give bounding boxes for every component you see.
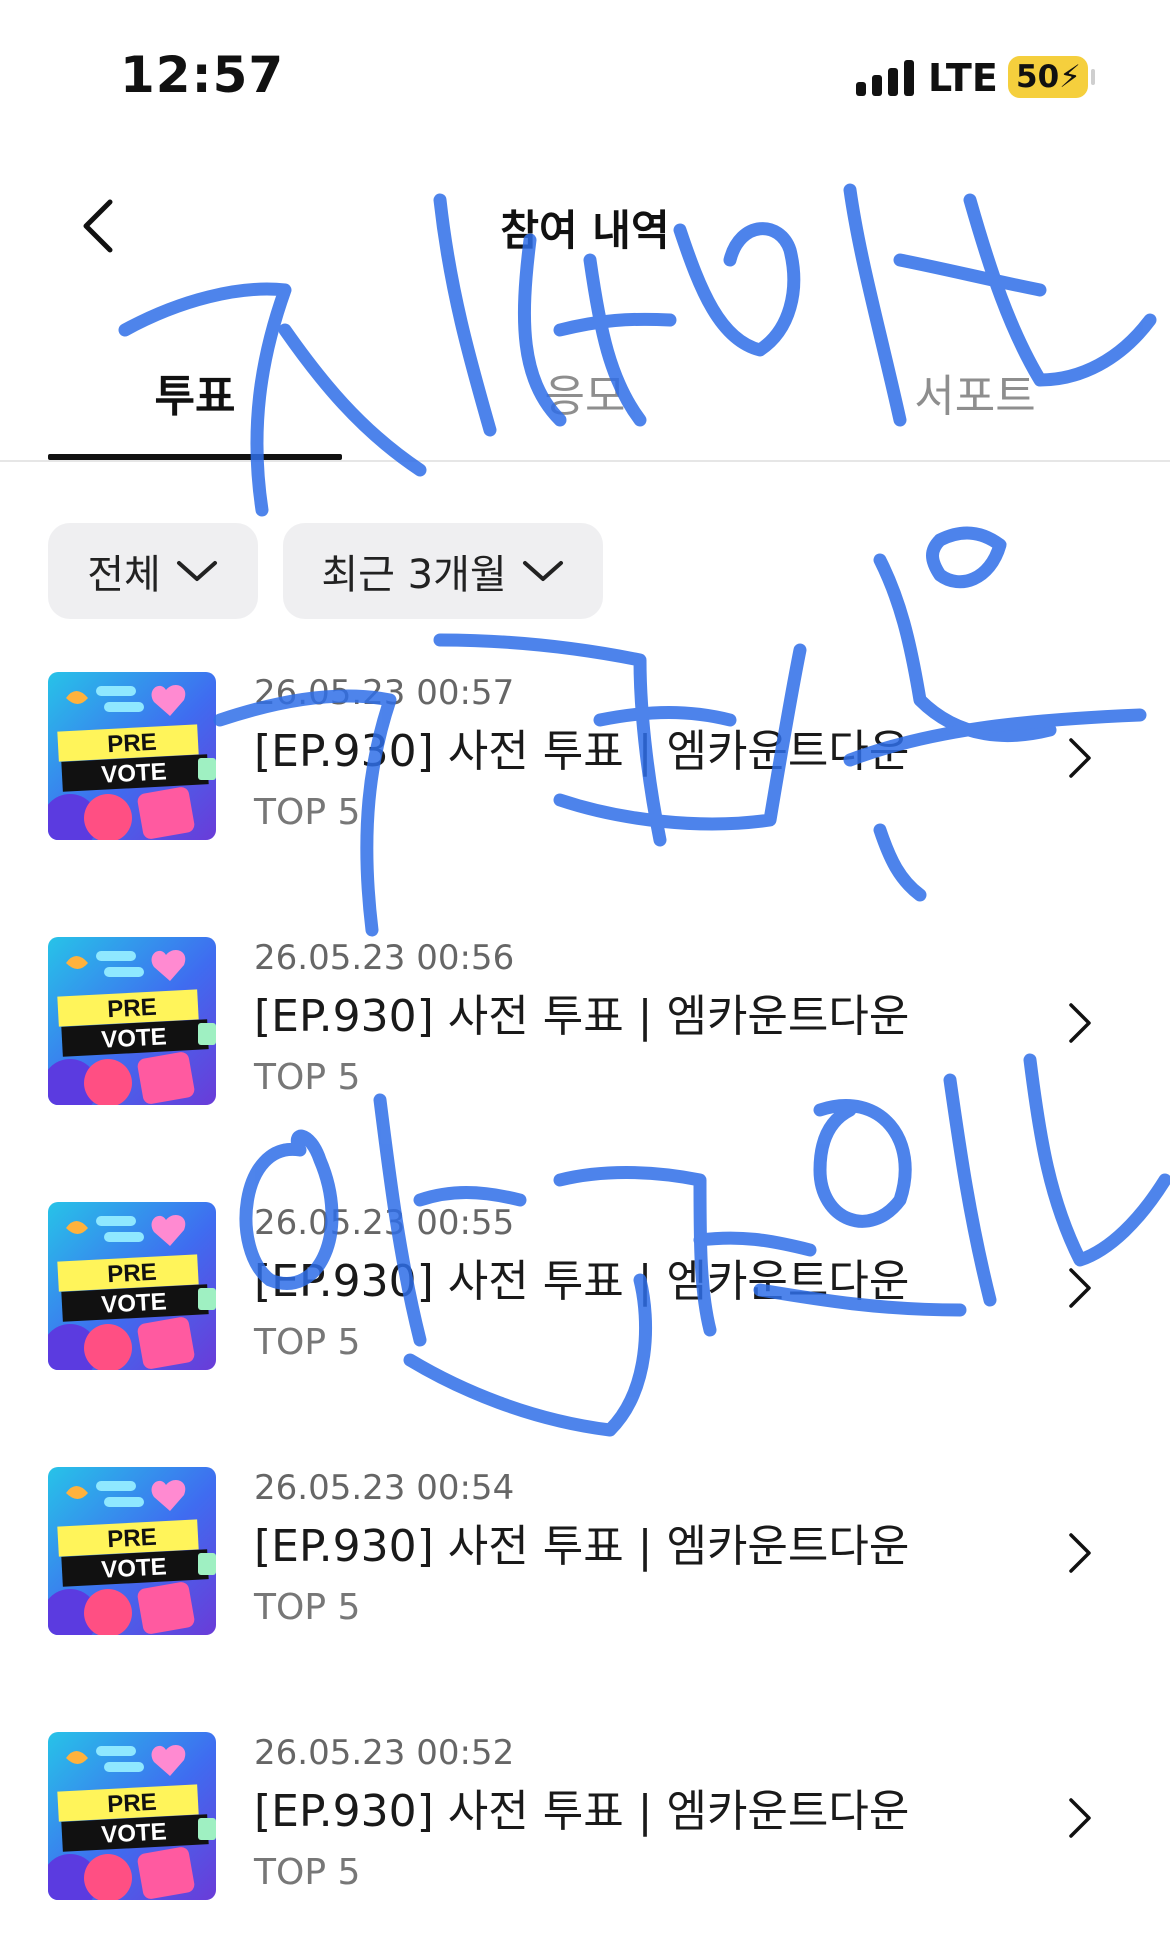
svg-text:VOTE: VOTE <box>101 1023 168 1053</box>
svg-text:VOTE: VOTE <box>101 758 168 788</box>
pre-vote-thumbnail: PRE VOTE <box>48 1202 216 1370</box>
tab-label: 응모 <box>544 371 626 422</box>
item-title: [EP.930] 사전 투표 | 엠카운트다운 <box>254 1256 910 1307</box>
tab-label: 투표 <box>154 371 236 422</box>
battery-icon: 50⚡ <box>1008 56 1095 98</box>
item-title: [EP.930] 사전 투표 | 엠카운트다운 <box>254 1521 910 1572</box>
tab-support[interactable]: 서포트 <box>828 360 1122 456</box>
list-item[interactable]: PRE VOTE 26.05.23 00:57 [EP.930] 사전 투표 |… <box>0 660 1170 860</box>
battery-level: 50 <box>1016 59 1060 95</box>
chevron-right-icon <box>1069 1268 1091 1308</box>
signal-icon <box>856 60 916 96</box>
pre-vote-thumbnail: PRE VOTE <box>48 1732 216 1900</box>
tab-vote[interactable]: 투표 <box>48 360 342 456</box>
svg-text:VOTE: VOTE <box>101 1553 168 1583</box>
tab-label: 서포트 <box>914 371 1036 422</box>
tab-entry[interactable]: 응모 <box>438 360 732 456</box>
item-date: 26.05.23 00:54 <box>254 1468 515 1508</box>
item-subtitle: TOP 5 <box>254 792 361 833</box>
pre-vote-thumbnail: PRE VOTE <box>48 672 216 840</box>
item-subtitle: TOP 5 <box>254 1587 361 1628</box>
chevron-right-icon <box>1069 738 1091 778</box>
item-date: 26.05.23 00:56 <box>254 938 515 978</box>
period-filter-dropdown[interactable]: 최근 3개월 <box>283 523 603 619</box>
item-date: 26.05.23 00:52 <box>254 1733 515 1773</box>
period-filter-label: 최근 3개월 <box>321 552 507 598</box>
status-bar: 12:57 LTE 50⚡ <box>0 0 1170 150</box>
charging-bolt-icon: ⚡ <box>1059 59 1081 95</box>
item-subtitle: TOP 5 <box>254 1852 361 1893</box>
active-tab-indicator <box>48 454 342 460</box>
list-item[interactable]: PRE VOTE 26.05.23 00:56 [EP.930] 사전 투표 |… <box>0 925 1170 1125</box>
item-date: 26.05.23 00:57 <box>254 673 515 713</box>
chevron-down-icon <box>522 561 563 581</box>
svg-text:PRE: PRE <box>107 729 158 759</box>
pre-vote-thumbnail: PRE VOTE <box>48 937 216 1105</box>
svg-text:VOTE: VOTE <box>101 1818 168 1848</box>
chevron-right-icon <box>1069 1533 1091 1573</box>
chevron-down-icon <box>176 561 217 581</box>
network-label: LTE <box>928 56 998 100</box>
tab-bar: 투표 응모 서포트 <box>0 340 1170 462</box>
list-item[interactable]: PRE VOTE 26.05.23 00:55 [EP.930] 사전 투표 |… <box>0 1190 1170 1390</box>
item-title: [EP.930] 사전 투표 | 엠카운트다운 <box>254 1786 910 1837</box>
svg-text:PRE: PRE <box>107 1259 158 1289</box>
item-title: [EP.930] 사전 투표 | 엠카운트다운 <box>254 726 910 777</box>
item-subtitle: TOP 5 <box>254 1322 361 1363</box>
list-item[interactable]: PRE VOTE 26.05.23 00:52 [EP.930] 사전 투표 |… <box>0 1720 1170 1920</box>
list-item[interactable]: PRE VOTE 26.05.23 00:54 [EP.930] 사전 투표 |… <box>0 1455 1170 1655</box>
category-filter-dropdown[interactable]: 전체 <box>48 523 258 619</box>
status-time: 12:57 <box>120 46 285 104</box>
category-filter-label: 전체 <box>87 552 161 598</box>
item-date: 26.05.23 00:55 <box>254 1203 515 1243</box>
chevron-right-icon <box>1069 1798 1091 1838</box>
svg-text:PRE: PRE <box>107 1789 158 1819</box>
item-subtitle: TOP 5 <box>254 1057 361 1098</box>
chevron-right-icon <box>1069 1003 1091 1043</box>
pre-vote-thumbnail: PRE VOTE <box>48 1467 216 1635</box>
svg-text:PRE: PRE <box>107 1524 158 1554</box>
svg-text:PRE: PRE <box>107 994 158 1024</box>
page-title: 참여 내역 <box>500 206 670 255</box>
svg-text:VOTE: VOTE <box>101 1288 168 1318</box>
item-title: [EP.930] 사전 투표 | 엠카운트다운 <box>254 991 910 1042</box>
